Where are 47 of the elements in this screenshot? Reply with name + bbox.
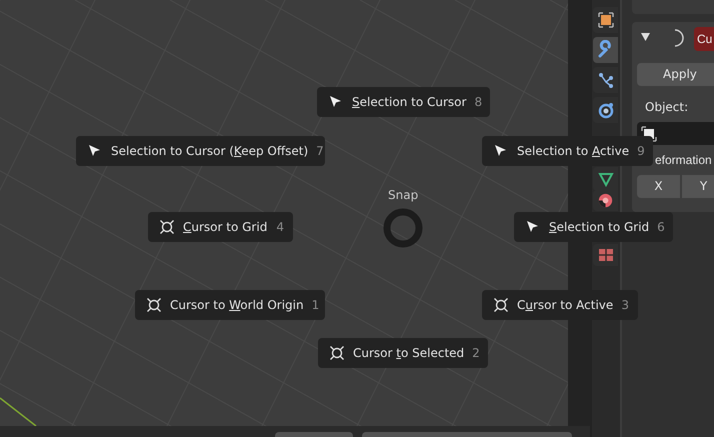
pie-center-ring-icon <box>383 208 423 248</box>
item-label: Cursor to Grid <box>183 219 268 236</box>
texture-tab[interactable] <box>593 244 618 266</box>
arc-icon <box>674 29 684 47</box>
cursor-target-icon <box>146 297 162 313</box>
item-label: Selection to Active <box>517 143 630 160</box>
item-label: Cursor to World Origin <box>170 297 304 314</box>
pie-menu[interactable]: Cursor to Active 3 <box>482 290 638 320</box>
shortcut-number: 2 <box>472 345 480 362</box>
axis-toggle-button[interactable]: X <box>637 175 681 198</box>
collapse-triangle-icon[interactable] <box>641 33 650 41</box>
data-tab[interactable] <box>593 167 618 191</box>
item-label: Selection to Cursor (Keep Offset) <box>111 143 308 160</box>
physics-tab[interactable] <box>593 97 618 123</box>
material-icon <box>596 191 615 210</box>
shortcut-number: 1 <box>312 297 320 314</box>
object-icon <box>596 10 616 30</box>
pie-menu[interactable]: Cursor to Selected 2 <box>318 338 488 368</box>
object-tab[interactable] <box>593 7 618 33</box>
shortcut-number: 7 <box>316 143 324 160</box>
cursor-target-icon <box>493 297 509 313</box>
particles-tab[interactable] <box>593 67 618 93</box>
pie-menu[interactable]: Selection to Cursor 8 <box>317 87 490 117</box>
material-tab[interactable] <box>593 190 618 211</box>
item-label: Cursor to Active <box>517 297 614 314</box>
shortcut-number: 8 <box>474 94 482 111</box>
item-label: Selection to Grid <box>549 219 650 236</box>
apply-button[interactable]: Apply <box>637 63 714 86</box>
shortcut-number: 6 <box>657 219 665 236</box>
object-label: Object: <box>645 99 688 116</box>
modifier-tab[interactable] <box>593 37 618 63</box>
item-label: Selection to Cursor <box>352 94 466 111</box>
cursor-target-icon <box>329 345 345 361</box>
pie-menu[interactable]: Cursor to World Origin 1 <box>135 290 325 320</box>
axis-toggle-button[interactable]: Y <box>682 175 714 198</box>
shortcut-number: 9 <box>637 143 645 160</box>
shortcut-number: 3 <box>621 297 629 314</box>
pie-menu[interactable]: Selection to Cursor (Keep Offset) 7 <box>76 136 325 166</box>
pie-menu[interactable]: Cursor to Grid 4 <box>148 212 293 242</box>
pie-menu[interactable]: Selection to Active 9 <box>482 136 653 166</box>
cursor-target-icon <box>159 219 175 235</box>
section-label: eformation <box>655 152 712 169</box>
modifier-name-field[interactable]: Cu <box>694 27 714 51</box>
pie-menu-title: Snap <box>388 187 418 204</box>
pie-menu[interactable]: Selection to Grid 6 <box>514 212 673 242</box>
shortcut-number: 4 <box>276 219 284 236</box>
item-label: Cursor to Selected <box>353 345 464 362</box>
